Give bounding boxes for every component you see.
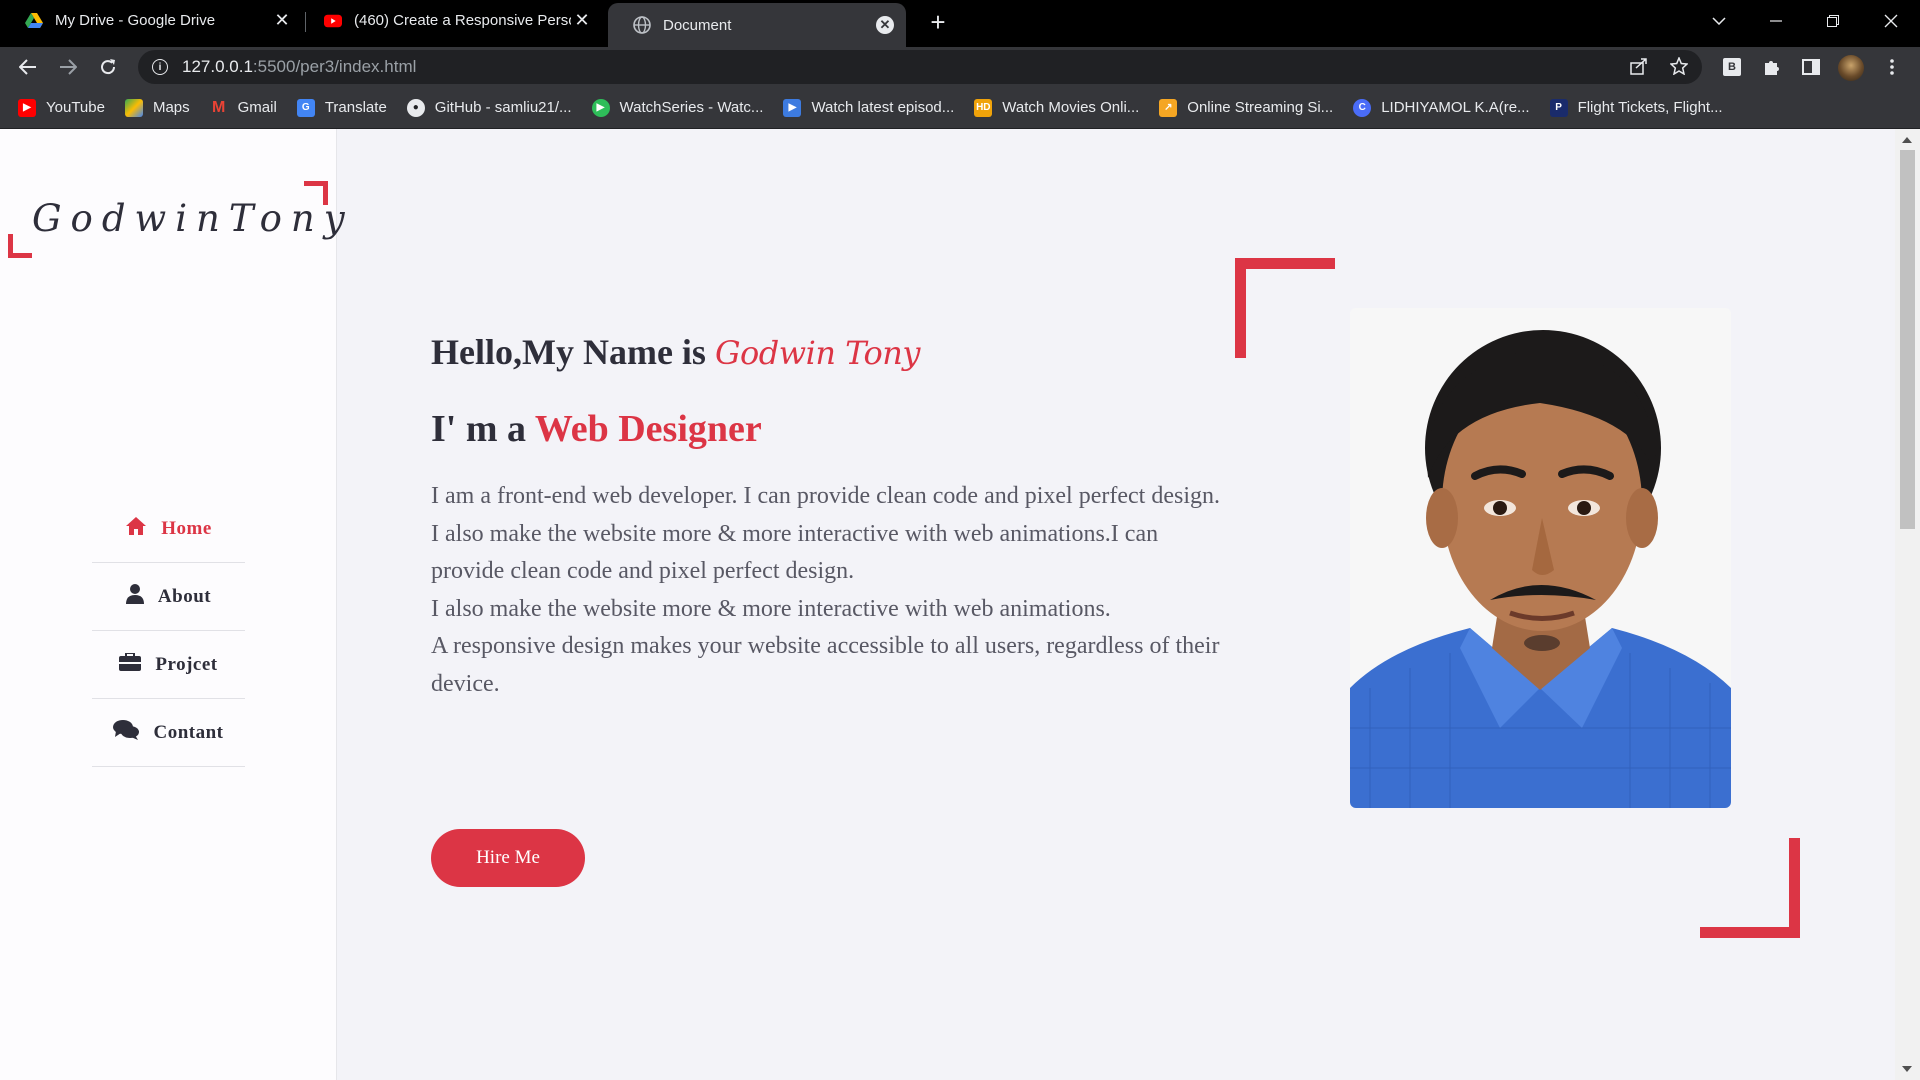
role-heading: I' m a Web Designer xyxy=(431,407,762,451)
nav-item-project[interactable]: Projcet xyxy=(92,631,245,699)
tab-document[interactable]: Document ✕ xyxy=(608,3,906,47)
back-button[interactable] xyxy=(12,51,44,83)
extension-b-icon[interactable]: B xyxy=(1721,56,1743,78)
youtube-icon xyxy=(324,12,342,30)
chat-icon xyxy=(113,719,140,746)
profile-avatar[interactable] xyxy=(1838,55,1864,81)
browser-toolbar: i 127.0.0.1:5500/per3/index.html B xyxy=(0,47,1920,87)
extensions-puzzle-icon[interactable] xyxy=(1761,56,1783,78)
bookmark-translate[interactable]: G Translate xyxy=(296,98,387,117)
tab-title: (460) Create a Responsive Person xyxy=(354,12,571,29)
share-icon[interactable] xyxy=(1630,57,1648,80)
nav-label: About xyxy=(157,585,212,607)
close-tab-icon[interactable]: ✕ xyxy=(876,16,894,34)
gmail-icon: M xyxy=(211,98,226,116)
play-icon: ▶ xyxy=(591,98,610,117)
page-viewport: GodwinTony Home About Projcet Contant He… xyxy=(0,129,1920,1080)
stream-icon: ↗ xyxy=(1159,98,1178,117)
scroll-up-icon[interactable] xyxy=(1902,137,1912,143)
nav-item-home[interactable]: Home xyxy=(92,495,245,563)
bookmark-youtube[interactable]: ▶ YouTube xyxy=(18,98,105,117)
logo-corner-accent xyxy=(8,234,32,258)
bookmark-watch-movies[interactable]: HD Watch Movies Onli... xyxy=(974,98,1139,117)
logo[interactable]: GodwinTony xyxy=(8,181,345,261)
nav-item-contact[interactable]: Contant xyxy=(92,699,245,767)
close-window-icon[interactable] xyxy=(1869,4,1913,38)
intro-paragraph: I am a front-end web developer. I can pr… xyxy=(431,478,1221,703)
logo-text: GodwinTony xyxy=(32,197,354,240)
briefcase-icon xyxy=(119,651,142,677)
scroll-down-icon[interactable] xyxy=(1902,1066,1912,1072)
restore-icon[interactable] xyxy=(1811,4,1855,38)
close-tab-icon[interactable]: ✕ xyxy=(571,10,593,32)
maps-icon xyxy=(124,98,143,117)
bookmarks-bar: ▶ YouTube Maps M Gmail G Translate ● GitHub … xyxy=(0,87,1920,129)
youtube-icon: ▶ xyxy=(18,98,36,117)
forward-button[interactable] xyxy=(52,51,84,83)
close-tab-icon[interactable]: ✕ xyxy=(271,10,293,32)
site-info-icon[interactable]: i xyxy=(152,59,168,75)
greeting-heading: Hello,My Name is Godwin Tony xyxy=(431,331,920,373)
role-prefix: I' m a xyxy=(431,408,526,450)
intro-line: I am a front-end web developer. I can pr… xyxy=(431,483,1220,509)
role-highlight: Web Designer xyxy=(534,408,762,450)
bookmark-lidhiyamol[interactable]: C LIDHIYAMOL K.A(re... xyxy=(1353,98,1530,117)
side-panel-icon[interactable] xyxy=(1800,56,1822,78)
github-icon: ● xyxy=(406,98,425,117)
photo-corner-accent-bottom-right xyxy=(1700,838,1800,938)
hire-me-button[interactable]: Hire Me xyxy=(431,829,585,887)
tab-search-icon[interactable] xyxy=(1697,4,1741,38)
tab-title: Document xyxy=(663,16,732,34)
vertical-scrollbar[interactable] xyxy=(1895,129,1920,1080)
greeting-text: Hello,My Name is xyxy=(431,332,706,372)
scrollbar-thumb[interactable] xyxy=(1900,150,1915,529)
bookmark-online-streaming[interactable]: ↗ Online Streaming Si... xyxy=(1159,98,1333,117)
address-bar[interactable]: i 127.0.0.1:5500/per3/index.html xyxy=(138,50,1702,84)
nav-label: Home xyxy=(161,517,212,539)
nav-item-about[interactable]: About xyxy=(92,563,245,631)
photo-corner-accent-top-left xyxy=(1235,258,1335,358)
reload-button[interactable] xyxy=(92,51,124,83)
main-content: Hello,My Name is Godwin Tony I' m a Web … xyxy=(337,129,1895,1080)
user-icon xyxy=(125,583,144,610)
nav-label: Projcet xyxy=(155,653,218,675)
c-icon: C xyxy=(1353,98,1372,117)
nav-label: Contant xyxy=(153,721,224,743)
intro-line: I also make the website more & more inte… xyxy=(431,520,1159,585)
new-tab-button[interactable]: + xyxy=(924,7,952,37)
bookmark-star-icon[interactable] xyxy=(1669,56,1689,80)
bookmark-watchseries[interactable]: ▶ WatchSeries - Watc... xyxy=(591,98,763,117)
tab-google-drive[interactable]: My Drive - Google Drive ✕ xyxy=(0,0,305,41)
bookmark-watch-latest[interactable]: ▶ Watch latest episod... xyxy=(783,98,954,117)
url-text: 127.0.0.1:5500/per3/index.html xyxy=(182,57,417,76)
tab-youtube[interactable]: (460) Create a Responsive Person ✕ xyxy=(305,0,605,41)
bookmark-gmail[interactable]: M Gmail xyxy=(210,99,277,117)
tab-strip: My Drive - Google Drive ✕ (460) Create a… xyxy=(0,0,1920,47)
name-highlight: Godwin Tony xyxy=(714,334,921,372)
globe-icon xyxy=(633,16,651,34)
translate-icon: G xyxy=(296,98,315,117)
minimize-icon[interactable] xyxy=(1754,4,1798,38)
profile-photo xyxy=(1350,308,1731,808)
flight-icon: P xyxy=(1549,98,1568,117)
intro-line: I also make the website more & more inte… xyxy=(431,595,1111,622)
bookmark-github[interactable]: ● GitHub - samliu21/... xyxy=(406,98,572,117)
watch-icon: ▶ xyxy=(783,98,802,117)
home-icon xyxy=(125,516,147,542)
google-drive-icon xyxy=(25,12,43,30)
bookmark-maps[interactable]: Maps xyxy=(124,98,190,117)
sidebar-nav: Home About Projcet Contant xyxy=(92,495,245,767)
bookmark-flight-tickets[interactable]: P Flight Tickets, Flight... xyxy=(1549,98,1723,117)
tab-title: My Drive - Google Drive xyxy=(55,12,216,29)
intro-line: A responsive design makes your website a… xyxy=(431,633,1220,697)
hd-icon: HD xyxy=(974,98,993,117)
menu-kebab-icon[interactable] xyxy=(1881,56,1903,78)
sidebar: GodwinTony Home About Projcet Contant xyxy=(0,129,345,1080)
